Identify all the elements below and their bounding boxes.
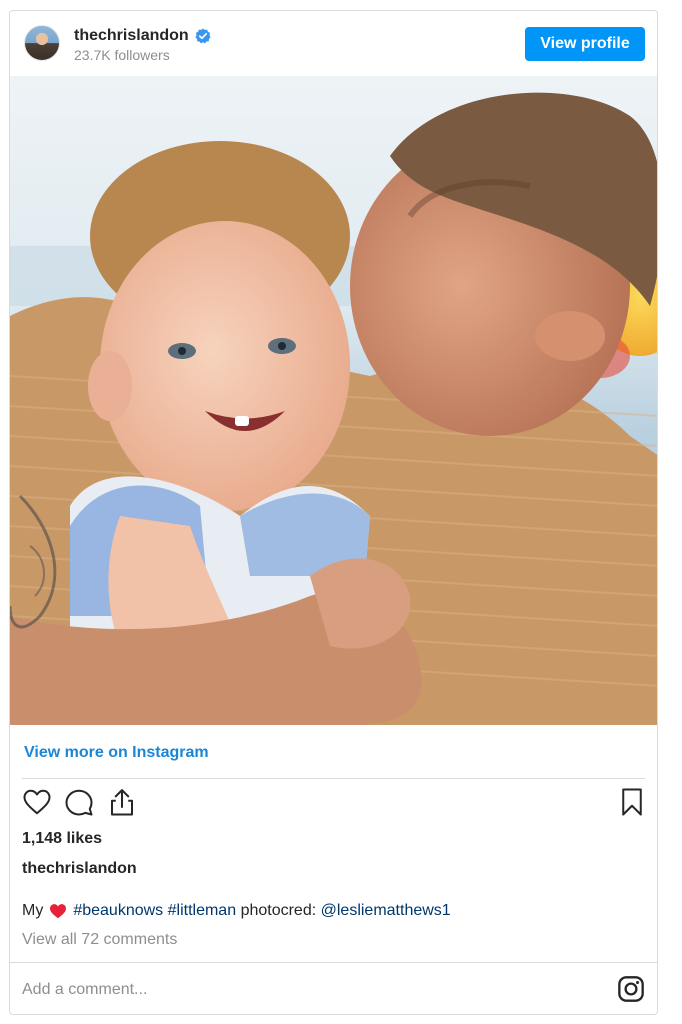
view-all-comments-link[interactable]: View all 72 comments	[22, 931, 177, 949]
heart-icon[interactable]	[22, 787, 52, 817]
share-icon[interactable]	[107, 787, 137, 817]
add-comment-input[interactable]: Add a comment...	[22, 981, 147, 999]
bookmark-icon[interactable]	[617, 787, 647, 817]
hashtag-littleman[interactable]: #littleman	[168, 902, 236, 920]
caption-username[interactable]: thechrislandon	[22, 860, 137, 878]
caption-text: photocred:	[240, 902, 317, 919]
view-more-on-instagram-link[interactable]: View more on Instagram	[24, 744, 209, 762]
likes-count[interactable]: 1,148 likes	[22, 830, 102, 848]
mention-lesliematthews1[interactable]: @lesliematthews1	[321, 902, 451, 920]
post-caption: My #beauknows #littleman photocred: @les…	[22, 902, 451, 920]
red-heart-emoji-icon	[50, 904, 67, 919]
comment-icon[interactable]	[64, 787, 94, 817]
verified-badge-icon	[195, 28, 211, 44]
post-header: thechrislandon 23.7K followers View prof…	[10, 11, 657, 75]
view-profile-button[interactable]: View profile	[525, 27, 645, 61]
username[interactable]: thechrislandon	[74, 27, 189, 45]
divider	[10, 962, 657, 963]
divider	[22, 778, 645, 779]
instagram-embed-card: thechrislandon 23.7K followers View prof…	[9, 10, 658, 1015]
username-row: thechrislandon	[74, 27, 211, 45]
post-photo[interactable]	[10, 76, 657, 725]
photo-illustration	[10, 76, 657, 725]
caption-prefix: My	[22, 902, 44, 919]
followers-count: 23.7K followers	[74, 47, 170, 63]
avatar[interactable]	[24, 25, 60, 61]
instagram-icon[interactable]	[617, 975, 645, 1003]
action-bar	[10, 787, 657, 823]
hashtag-beauknows[interactable]: #beauknows	[73, 902, 163, 920]
